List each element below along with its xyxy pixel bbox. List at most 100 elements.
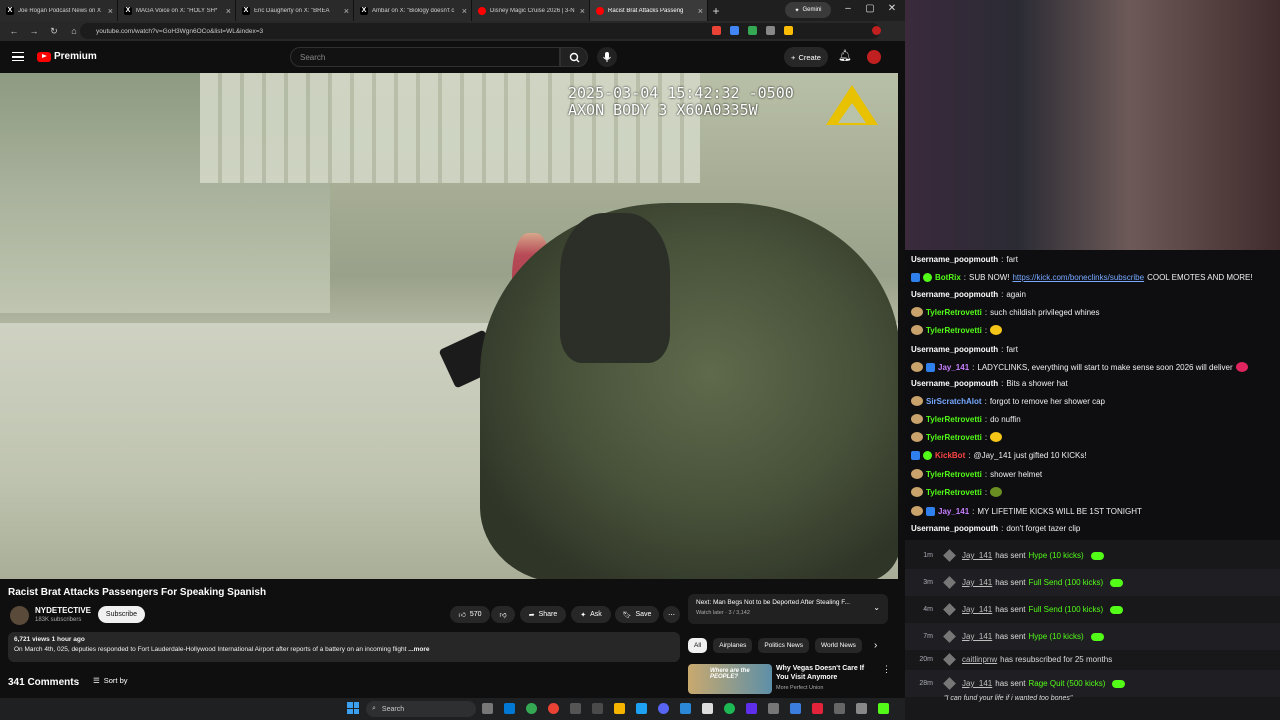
file-explorer-icon[interactable]	[614, 703, 625, 714]
kick-icon[interactable]	[878, 703, 889, 714]
close-tab-icon[interactable]: ×	[226, 6, 231, 16]
app-icon[interactable]	[812, 703, 823, 714]
browser-tab[interactable]: X MAGA Voice on X: "HOLY SH* ×	[118, 0, 236, 21]
browser-tab-active[interactable]: Racist Brat Attacks Passeng ×	[590, 0, 708, 21]
more-vertical-icon[interactable]: ⋮	[882, 664, 891, 675]
profile-icon[interactable]	[872, 26, 881, 35]
chevron-down-icon[interactable]: ⌄	[873, 603, 880, 612]
description-more-link[interactable]: ...more	[408, 646, 429, 653]
app-icon[interactable]	[856, 703, 867, 714]
extension-icon[interactable]	[748, 26, 757, 35]
youtube-logo[interactable]: Premium	[37, 51, 97, 62]
app-icon[interactable]	[548, 703, 559, 714]
chat-username[interactable]: Username_poopmouth	[911, 255, 998, 264]
close-tab-icon[interactable]: ×	[108, 6, 113, 16]
browser-tab[interactable]: X Joe Rogan Podcast News on X ×	[0, 0, 118, 21]
chat-username[interactable]: Username_poopmouth	[911, 345, 998, 354]
browser-tab[interactable]: Disney Magic Cruise 2026 | 3-N ×	[472, 0, 590, 21]
chat-username[interactable]: Username_poopmouth	[911, 379, 998, 388]
app-icon[interactable]	[702, 703, 713, 714]
share-button[interactable]: ➦ Share	[520, 606, 566, 623]
chip-world-news[interactable]: World News	[815, 638, 862, 653]
notifications-bell-icon[interactable]: 🔔︎	[838, 49, 852, 62]
event-username[interactable]: caitlinpnw	[962, 655, 997, 664]
extension-icon[interactable]	[784, 26, 793, 35]
chat-username[interactable]: TylerRetrovetti	[926, 470, 982, 479]
menu-icon[interactable]	[12, 52, 24, 61]
search-input[interactable]: Search	[290, 47, 560, 67]
new-tab-button[interactable]: +	[708, 0, 724, 21]
video-player[interactable]: 2025-03-04 15:42:32 -0500 AXON BODY 3 X6…	[0, 73, 898, 579]
extension-icon[interactable]	[712, 26, 721, 35]
url-field[interactable]: youtube.com/watch?v=GoH3Wgn6OCo&list=WL&…	[80, 23, 880, 39]
like-button[interactable]: 👍︎ 570	[450, 606, 490, 623]
windows-start-icon[interactable]	[347, 702, 359, 714]
recommended-video-channel[interactable]: More Perfect Union	[776, 685, 823, 691]
search-button[interactable]	[560, 47, 588, 67]
app-icon[interactable]	[746, 703, 757, 714]
chat-username[interactable]: KickBot	[935, 451, 965, 460]
chip-politics-news[interactable]: Politics News	[758, 638, 809, 653]
event-username[interactable]: Jay_141	[962, 605, 992, 614]
channel-name[interactable]: NYDETECTIVE	[35, 606, 91, 615]
chat-username[interactable]: TylerRetrovetti	[926, 308, 982, 317]
app-icon[interactable]	[592, 703, 603, 714]
spotify-icon[interactable]	[724, 703, 735, 714]
save-button[interactable]: 🔖︎ Save	[615, 606, 659, 623]
chip-airplanes[interactable]: Airplanes	[713, 638, 753, 653]
event-username[interactable]: Jay_141	[962, 551, 992, 560]
chat-username[interactable]: Jay_141	[938, 363, 969, 372]
task-view-icon[interactable]	[482, 703, 493, 714]
channel-avatar[interactable]	[10, 606, 29, 625]
chat-username[interactable]: BotRix	[935, 273, 961, 282]
sort-comments-button[interactable]: ☰ Sort by	[93, 676, 128, 685]
close-tab-icon[interactable]: ×	[344, 6, 349, 16]
event-username[interactable]: Jay_141	[962, 679, 992, 688]
description-box[interactable]: 6,721 views 1 hour ago On March 4th, 025…	[8, 632, 680, 662]
create-button[interactable]: + Create	[784, 47, 828, 67]
account-avatar[interactable]	[867, 50, 881, 64]
chat-username[interactable]: TylerRetrovetti	[926, 326, 982, 335]
close-window-icon[interactable]: ✕	[882, 3, 902, 14]
discord-icon[interactable]	[658, 703, 669, 714]
reload-icon[interactable]: ↻	[48, 26, 60, 37]
chevron-right-icon[interactable]: ›	[874, 640, 877, 651]
chat-username[interactable]: TylerRetrovetti	[926, 415, 982, 424]
minimize-icon[interactable]: –	[838, 3, 858, 14]
chat-username[interactable]: Username_poopmouth	[911, 524, 998, 533]
more-actions-button[interactable]: ⋯	[663, 606, 680, 623]
close-tab-icon[interactable]: ×	[580, 6, 585, 16]
browser-tab[interactable]: X Eric Daugherty on X: "BREA ×	[236, 0, 354, 21]
playlist-next-panel[interactable]: Next: Man Begs Not to be Deported After …	[688, 594, 888, 624]
close-tab-icon[interactable]: ×	[462, 6, 467, 16]
chat-username[interactable]: TylerRetrovetti	[926, 488, 982, 497]
forward-icon[interactable]: →	[28, 26, 40, 36]
ask-button[interactable]: ✦ Ask	[571, 606, 611, 623]
home-icon[interactable]: ⌂	[68, 26, 80, 36]
chip-all[interactable]: All	[688, 638, 708, 653]
app-icon[interactable]	[680, 703, 691, 714]
edge-icon[interactable]	[504, 703, 515, 714]
app-icon[interactable]	[636, 703, 647, 714]
extension-icon[interactable]	[730, 26, 739, 35]
recommended-video-title[interactable]: Why Vegas Doesn't Care If You Visit Anym…	[776, 664, 876, 682]
app-icon[interactable]	[768, 703, 779, 714]
restore-icon[interactable]: ▢	[860, 3, 880, 14]
back-icon[interactable]: ←	[8, 26, 20, 36]
gemini-button[interactable]: ✦ Gemini	[785, 2, 831, 18]
voice-search-button[interactable]	[597, 47, 617, 67]
chat-username[interactable]: TylerRetrovetti	[926, 433, 982, 442]
app-icon[interactable]	[790, 703, 801, 714]
subscribe-button[interactable]: Subscribe	[98, 606, 145, 623]
recommended-video-thumbnail[interactable]: Where are the PEOPLE?	[688, 664, 772, 694]
chat-username[interactable]: Username_poopmouth	[911, 290, 998, 299]
app-icon[interactable]	[834, 703, 845, 714]
chat-username[interactable]: Jay_141	[938, 507, 969, 516]
browser-tab[interactable]: X Ambar on X: "Biology doesn't c ×	[354, 0, 472, 21]
close-tab-icon[interactable]: ×	[698, 6, 703, 16]
event-username[interactable]: Jay_141	[962, 632, 992, 641]
taskbar-search[interactable]: ⌕ Search	[366, 701, 476, 717]
chat-link[interactable]: https://kick.com/boneclinks/subscribe	[1012, 273, 1144, 282]
event-username[interactable]: Jay_141	[962, 578, 992, 587]
chrome-icon[interactable]	[526, 703, 537, 714]
